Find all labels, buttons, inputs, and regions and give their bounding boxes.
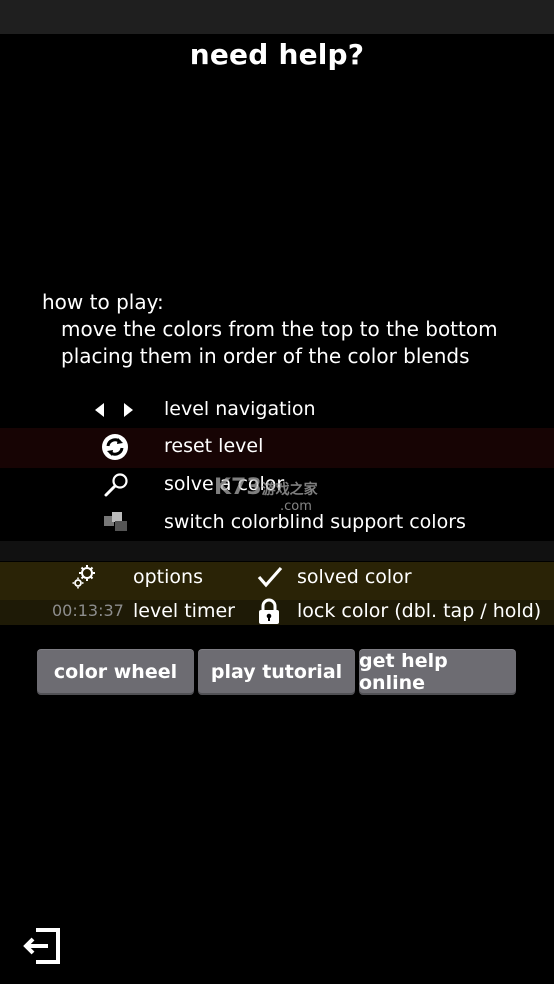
options-label: options: [133, 566, 203, 588]
left-right-arrows-icon: [92, 400, 140, 420]
lock-icon: [257, 598, 281, 626]
legend-label-reset: reset level: [164, 435, 264, 457]
how-to-play-heading: how to play:: [42, 290, 164, 314]
exit-icon[interactable]: [20, 924, 64, 968]
level-timer-label: level timer: [133, 600, 235, 622]
how-to-line-1: move the colors from the top to the bott…: [61, 317, 498, 341]
legend-label-navigation: level navigation: [164, 398, 316, 420]
how-to-play-section: how to play: move the colors from the to…: [42, 290, 498, 368]
reset-circular-arrows-icon: [101, 433, 129, 461]
how-to-line-2: placing them in order of the color blend…: [61, 344, 470, 368]
gear-icon: [70, 564, 98, 590]
get-help-online-button[interactable]: get help online: [359, 649, 516, 695]
watermark-logo: K73: [214, 475, 262, 500]
magnifier-icon: [102, 472, 130, 498]
lock-color-label: lock color (dbl. tap / hold): [297, 600, 542, 622]
legend-label-colorblind: switch colorblind support colors: [164, 511, 466, 533]
watermark: K73游戏之家 .com: [214, 475, 318, 514]
legend-band-dark: [0, 541, 554, 561]
colorblind-shapes-icon: [102, 511, 130, 533]
watermark-sub: .com: [280, 499, 312, 514]
status-bar: [0, 0, 554, 34]
checkmark-icon: [256, 565, 284, 589]
solved-color-label: solved color: [297, 566, 412, 588]
legend-band-reset: [0, 428, 554, 468]
play-tutorial-button[interactable]: play tutorial: [198, 649, 355, 695]
color-wheel-button[interactable]: color wheel: [37, 649, 194, 695]
timer-value: 00:13:37: [52, 601, 124, 620]
page-title: need help?: [189, 38, 365, 71]
